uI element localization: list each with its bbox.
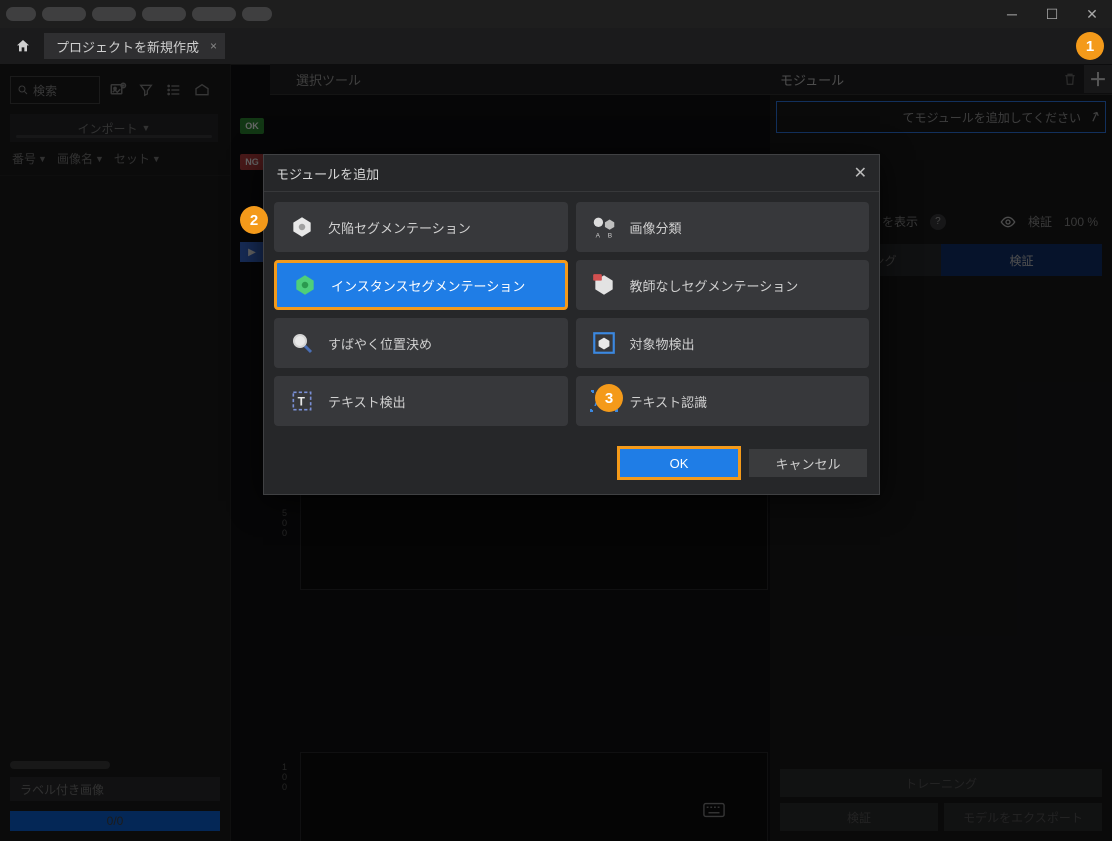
project-tab-bar: プロジェクトを新規作成 × [0, 28, 1112, 65]
add-module-dialog: モジュールを追加 ✕ 欠陥セグメンテーション AB 画像分類 インスタンスセグメ… [263, 154, 880, 495]
workspace: 検索 インポート ▼ 番号▼ 画像名▼ セット▼ ラベル付き画像 0/0 [0, 64, 1112, 841]
module-option-unsupervised-segmentation[interactable]: 教師なしセグメンテーション [576, 260, 870, 310]
svg-text:A: A [595, 232, 600, 239]
hexagon-green-icon [291, 271, 319, 299]
ok-button[interactable]: OK [617, 446, 741, 480]
callout-1: 1 [1076, 32, 1104, 60]
dialog-title: モジュールを追加 [276, 164, 379, 183]
module-option-image-classification[interactable]: AB 画像分類 [576, 202, 870, 252]
app-window: ─ ☐ ✕ プロジェクトを新規作成 × 検索 [0, 0, 1112, 841]
menu-pill[interactable] [192, 7, 236, 21]
menu-pill[interactable] [242, 7, 272, 21]
hexagon-icon [288, 213, 316, 241]
menu-pill[interactable] [92, 7, 136, 21]
module-option-quick-locate[interactable]: すばやく位置決め [274, 318, 568, 368]
ab-icon: AB [590, 213, 618, 241]
menu-pill[interactable] [142, 7, 186, 21]
close-icon[interactable]: × [210, 39, 217, 53]
text-detect-icon: T [288, 387, 316, 415]
close-button[interactable]: ✕ [1072, 0, 1112, 28]
callout-3: 3 [595, 384, 623, 412]
magnifier-icon [288, 329, 316, 357]
tab-label: プロジェクトを新規作成 [56, 37, 199, 56]
dialog-close-icon[interactable]: ✕ [854, 163, 867, 183]
cancel-button[interactable]: キャンセル [749, 449, 867, 477]
dialog-header: モジュールを追加 ✕ [264, 155, 879, 192]
menu-pill[interactable] [6, 7, 36, 21]
module-option-defect-segmentation[interactable]: 欠陥セグメンテーション [274, 202, 568, 252]
module-option-object-detection[interactable]: 対象物検出 [576, 318, 870, 368]
callout-2: 2 [240, 206, 268, 234]
minimize-button[interactable]: ─ [992, 0, 1032, 28]
hexagon-red-icon [590, 271, 618, 299]
svg-text:T: T [298, 394, 306, 408]
title-bar: ─ ☐ ✕ [0, 0, 1112, 28]
maximize-button[interactable]: ☐ [1032, 0, 1072, 28]
module-option-text-detection[interactable]: T テキスト検出 [274, 376, 568, 426]
detection-icon [590, 329, 618, 357]
svg-text:B: B [607, 232, 611, 239]
project-tab[interactable]: プロジェクトを新規作成 × [44, 33, 225, 59]
module-option-instance-segmentation[interactable]: インスタンスセグメンテーション [274, 260, 568, 310]
menu-pill[interactable] [42, 7, 86, 21]
home-icon[interactable] [8, 32, 38, 60]
